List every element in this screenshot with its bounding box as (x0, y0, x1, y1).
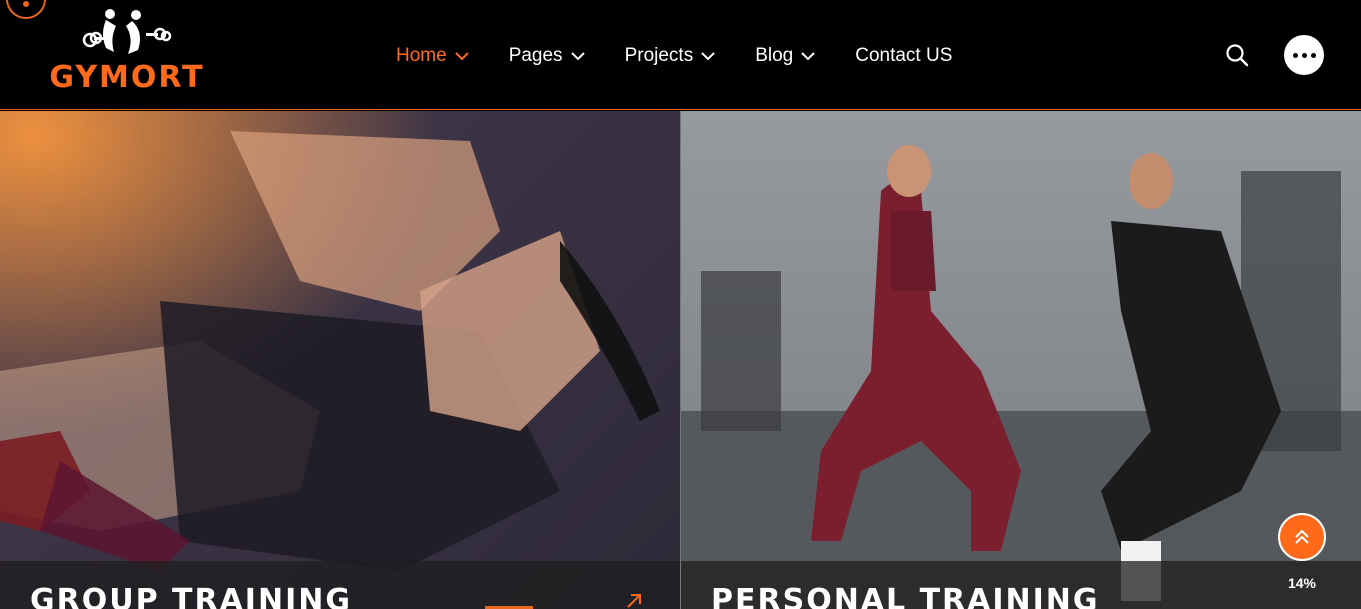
brand-logo[interactable]: GYMORT (32, 6, 222, 96)
scroll-to-top-button[interactable] (1278, 513, 1326, 561)
site-header: GYMORT Home Pages Projects Blog Contact … (0, 0, 1361, 110)
nav-item-home[interactable]: Home (396, 45, 469, 67)
logo-emblem-icon (82, 9, 172, 54)
card-title: GROUP TRAINING (30, 583, 352, 609)
more-dots-icon (1292, 52, 1298, 58)
more-menu-button[interactable] (1284, 35, 1324, 75)
chevron-down-icon (701, 51, 715, 60)
search-button[interactable] (1224, 42, 1250, 68)
personal-training-card[interactable]: PERSONAL TRAINING (681, 111, 1361, 609)
chevron-down-icon (570, 51, 585, 60)
group-training-caption: GROUP TRAINING (0, 561, 680, 609)
personal-training-photo (681, 111, 1361, 609)
card-title: PERSONAL TRAINING (711, 583, 1100, 609)
nav-label: Pages (508, 45, 563, 66)
arrow-up-right-icon[interactable] (624, 591, 644, 609)
main-nav: Home Pages Projects Blog Contact US (396, 40, 952, 72)
nav-label: Contact US (855, 45, 953, 66)
nav-label: Home (396, 45, 447, 66)
personal-training-caption: PERSONAL TRAINING (681, 561, 1361, 609)
group-training-photo (0, 111, 680, 609)
scroll-progress-label: 14% (1287, 575, 1317, 591)
chevron-down-icon (801, 51, 815, 60)
brand-name: GYMORT (49, 60, 205, 95)
nav-label: Projects (624, 45, 694, 66)
nav-item-contact[interactable]: Contact US (855, 45, 952, 67)
nav-item-blog[interactable]: Blog (755, 45, 815, 67)
search-icon (1226, 44, 1249, 67)
nav-item-projects[interactable]: Projects (625, 45, 716, 67)
nav-label: Blog (755, 45, 794, 66)
double-chevron-up-icon (1295, 529, 1309, 544)
group-training-card[interactable]: GROUP TRAINING (0, 111, 680, 609)
nav-item-pages[interactable]: Pages (509, 45, 585, 67)
chevron-down-icon (454, 51, 469, 60)
